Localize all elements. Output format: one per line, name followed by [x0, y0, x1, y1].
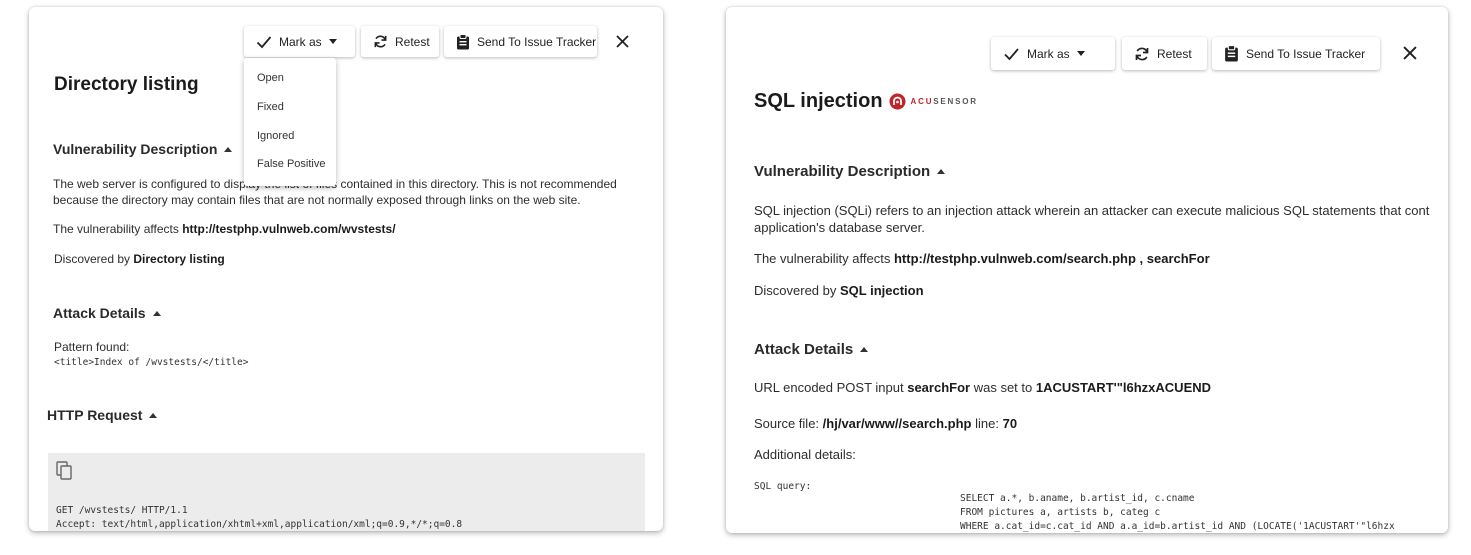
clipboard-icon — [1225, 45, 1238, 62]
sql-query-label: SQL query: — [754, 481, 812, 492]
discovered-by-value: Directory listing — [133, 252, 225, 266]
source-prefix: Source file: — [754, 416, 820, 431]
affects-prefix: The vulnerability affects — [53, 222, 179, 236]
affects-line: The vulnerability affects http://testphp… — [754, 251, 1210, 267]
vulnerability-description-heading[interactable]: Vulnerability Description — [53, 141, 233, 157]
pattern-found-label: Pattern found: — [54, 340, 130, 354]
discovered-prefix: Discovered by — [754, 283, 837, 298]
menu-item-open[interactable]: Open — [257, 72, 284, 84]
clipboard-icon — [457, 33, 469, 49]
discovered-by-line: Discovered by SQL injection — [754, 283, 924, 299]
caret-down-icon — [328, 39, 337, 44]
additional-details-label: Additional details: — [754, 447, 856, 462]
close-icon[interactable] — [616, 35, 629, 48]
mark-as-label: Mark as — [279, 34, 322, 49]
line-prefix: line: — [975, 416, 999, 431]
page-title: Directory listing — [54, 74, 199, 95]
acusensor-brand-suffix: SENSOR — [933, 97, 978, 106]
page-title: SQL injection ACUSENSOR — [754, 90, 978, 113]
acusensor-brand: ACUSENSOR — [911, 97, 978, 106]
affected-url: http://testphp.vulnweb.com/search.php , … — [893, 251, 1210, 266]
affected-url: http://testphp.vulnweb.com/wvstests/ — [182, 222, 396, 236]
vulnerability-panel-directory-listing: Mark as Retest Send To Issue Tracker Dir… — [29, 7, 663, 531]
vulnerability-description-heading[interactable]: Vulnerability Description — [754, 163, 946, 180]
vulnerability-panel-sql-injection: Mark as Retest Send To Issue Tracker SQL… — [726, 7, 1448, 533]
sql-query-line: WHERE a.cat_id=c.cat_id AND a.a_id=b.art… — [960, 521, 1395, 532]
caret-up-icon — [149, 412, 158, 418]
post-prefix: URL encoded POST input — [754, 380, 904, 395]
retest-label: Retest — [395, 34, 430, 49]
page-title-text: SQL injection — [754, 90, 883, 112]
copy-icon[interactable] — [56, 461, 73, 480]
line-number: 70 — [1002, 416, 1018, 431]
post-value: 1ACUSTART'"l6hzxACUEND — [1035, 380, 1212, 395]
acusensor-logo-icon — [889, 93, 906, 110]
vulnerability-description-text: The web server is configured to display … — [53, 176, 653, 208]
retest-button[interactable]: Retest — [1122, 37, 1207, 70]
http-request-heading[interactable]: HTTP Request — [47, 407, 158, 423]
caret-up-icon — [224, 146, 233, 152]
retest-button[interactable]: Retest — [361, 26, 439, 57]
mark-as-label: Mark as — [1027, 46, 1070, 61]
http-request-line: Accept: text/html,application/xhtml+xml,… — [56, 519, 463, 530]
send-to-issue-tracker-button[interactable]: Send To Issue Tracker — [444, 26, 597, 57]
discovered-by-line: Discovered by Directory listing — [54, 251, 225, 267]
refresh-icon — [1135, 47, 1149, 60]
description-line: application's database server. — [754, 220, 925, 235]
acusensor-badge: ACUSENSOR — [889, 93, 978, 110]
section-heading-label: Vulnerability Description — [754, 163, 931, 180]
mark-as-button[interactable]: Mark as — [244, 26, 355, 57]
acusensor-brand-prefix: ACU — [910, 97, 934, 106]
source-file-line: Source file: /hj/var/www//search.php lin… — [754, 416, 1017, 432]
refresh-icon — [374, 35, 387, 48]
caret-up-icon — [860, 347, 869, 352]
menu-item-fixed[interactable]: Fixed — [257, 101, 284, 113]
affects-prefix: The vulnerability affects — [754, 251, 891, 266]
caret-up-icon — [152, 310, 161, 316]
menu-item-ignored[interactable]: Ignored — [257, 130, 294, 142]
mark-as-button[interactable]: Mark as — [991, 37, 1115, 70]
pattern-found-value: <title>Index of /wvstests/</title> — [54, 357, 249, 368]
menu-item-false-positive[interactable]: False Positive — [257, 158, 325, 170]
send-to-issue-tracker-button[interactable]: Send To Issue Tracker — [1212, 37, 1380, 70]
caret-up-icon — [937, 169, 946, 174]
description-line: The web server is configured to display … — [53, 177, 617, 191]
vulnerability-description-text: SQL injection (SQLi) refers to an inject… — [754, 202, 1448, 236]
discovered-by-value: SQL injection — [840, 283, 924, 298]
section-heading-label: Attack Details — [754, 341, 854, 358]
close-icon[interactable] — [1403, 46, 1417, 60]
description-line: because the directory may contain files … — [53, 193, 581, 207]
section-heading-label: Vulnerability Description — [53, 141, 218, 157]
section-heading-label: HTTP Request — [47, 407, 143, 423]
attack-details-heading[interactable]: Attack Details — [754, 341, 869, 358]
http-request-code-block: GET /wvstests/ HTTP/1.1 Accept: text/htm… — [48, 453, 645, 531]
check-icon — [256, 35, 272, 48]
http-request-line: GET /wvstests/ HTTP/1.1 — [56, 505, 188, 516]
source-file: /hj/var/www//search.php — [822, 416, 972, 431]
description-line: SQL injection (SQLi) refers to an inject… — [754, 203, 1430, 218]
caret-down-icon — [1076, 51, 1085, 56]
mark-as-dropdown-menu: Open Fixed Ignored False Positive — [244, 58, 336, 186]
discovered-prefix: Discovered by — [54, 252, 131, 266]
section-heading-label: Attack Details — [53, 305, 146, 321]
affects-line: The vulnerability affects http://testphp… — [53, 221, 396, 237]
retest-label: Retest — [1157, 46, 1192, 61]
post-param: searchFor — [907, 380, 971, 395]
attack-details-heading[interactable]: Attack Details — [53, 305, 161, 321]
issue-tracker-label: Send To Issue Tracker — [477, 34, 597, 49]
check-icon — [1004, 47, 1019, 60]
post-mid: was set to — [973, 380, 1033, 395]
post-input-line: URL encoded POST input searchFor was set… — [754, 380, 1211, 396]
issue-tracker-label: Send To Issue Tracker — [1246, 46, 1366, 61]
